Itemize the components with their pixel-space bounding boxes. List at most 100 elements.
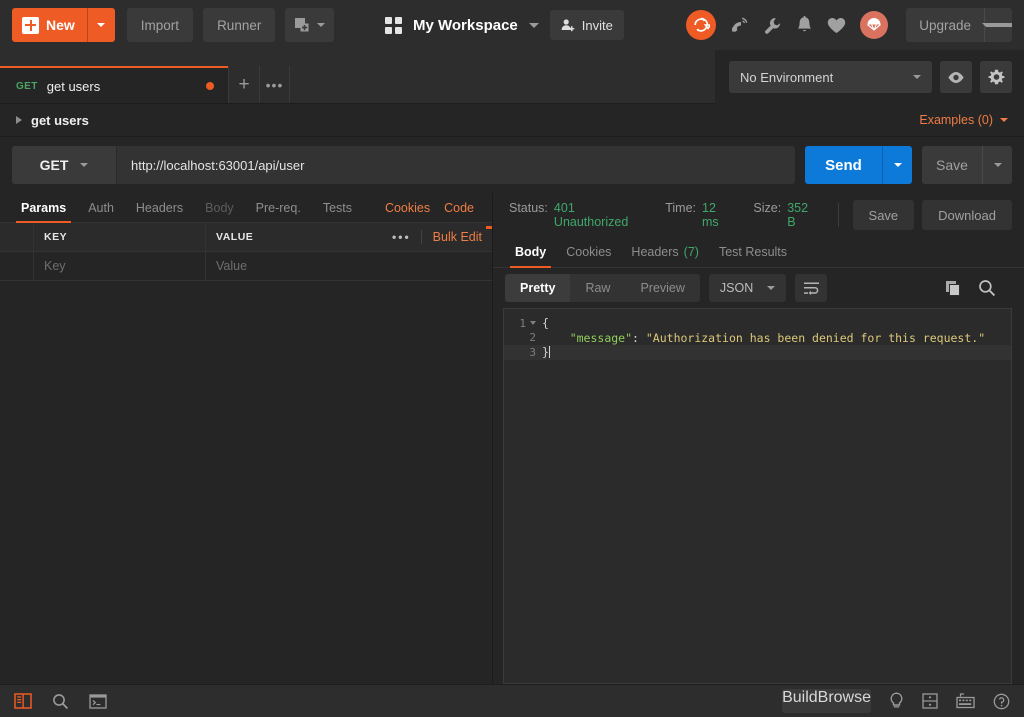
environment-select-value: No Environment: [740, 69, 834, 85]
help-button[interactable]: [993, 693, 1010, 710]
tab-body[interactable]: Body: [194, 193, 245, 223]
gutter-line[interactable]: 2: [504, 331, 542, 346]
response-tab-headers[interactable]: Headers (7): [621, 237, 709, 268]
params-row-value-input[interactable]: Value: [206, 252, 492, 280]
plus-icon: +: [238, 74, 250, 95]
heart-icon: [828, 17, 846, 33]
console-button[interactable]: [89, 693, 107, 709]
save-request-button[interactable]: Save: [922, 146, 982, 184]
gutter-line-number: 3: [529, 345, 536, 359]
http-method-select[interactable]: GET: [12, 146, 116, 184]
view-preview[interactable]: Preview: [625, 274, 699, 302]
upgrade-button[interactable]: Upgrade: [906, 8, 1012, 42]
browse-tab[interactable]: Browse: [818, 689, 871, 713]
runner-button[interactable]: Runner: [203, 8, 276, 42]
import-button[interactable]: Import: [126, 8, 194, 42]
workspace-selector[interactable]: My Workspace Invite: [385, 0, 624, 50]
url-input[interactable]: http://localhost:63001/api/user: [116, 146, 795, 184]
tab-options-button[interactable]: •••: [259, 66, 290, 104]
tab-headers[interactable]: Headers: [125, 193, 194, 223]
tab-headers-label: Headers: [135, 200, 184, 215]
favorites-button[interactable]: [827, 17, 846, 34]
sync-button[interactable]: [686, 10, 717, 40]
new-window-button[interactable]: [285, 8, 335, 42]
tab-params[interactable]: Params: [10, 193, 77, 223]
response-tab-cookies-label: Cookies: [566, 245, 612, 259]
params-row-key-input[interactable]: Key: [34, 252, 206, 280]
chevron-down-icon[interactable]: [528, 22, 539, 28]
new-button-dropdown[interactable]: [86, 8, 115, 42]
code-link[interactable]: Code: [444, 201, 474, 215]
new-button[interactable]: New: [12, 8, 115, 42]
params-row-checkbox[interactable]: [0, 252, 34, 280]
new-button-main[interactable]: New: [12, 8, 87, 42]
build-tab[interactable]: Build: [782, 689, 818, 713]
request-tab-label: get users: [46, 78, 101, 94]
sidebar-toggle-button[interactable]: [14, 693, 32, 709]
request-tab[interactable]: GET get users: [0, 66, 228, 104]
examples-label: Examples (0): [919, 113, 993, 127]
notifications-button[interactable]: [796, 16, 813, 34]
response-format-select[interactable]: JSON: [708, 274, 787, 302]
params-header-checkbox-cell: [0, 223, 34, 251]
response-tab-body[interactable]: Body: [505, 237, 556, 268]
save-request-label: Save: [936, 157, 968, 173]
view-pretty[interactable]: Pretty: [505, 274, 571, 302]
environment-settings-button[interactable]: [980, 61, 1012, 93]
response-tab-body-label: Body: [515, 245, 547, 259]
environment-quick-look-button[interactable]: [940, 61, 972, 93]
send-button[interactable]: Send: [805, 146, 882, 184]
chevron-down-icon: [80, 163, 89, 167]
response-time-value: 12 ms: [702, 201, 719, 229]
response-tab-cookies[interactable]: Cookies: [556, 237, 621, 268]
response-size: Size: 352 B: [753, 201, 815, 229]
tab-bar-row: GET get users + ••• No Environment: [0, 50, 1024, 104]
send-options-button[interactable]: [882, 146, 912, 184]
response-pane: Status: 401 Unauthorized Time: 12 ms Siz…: [493, 193, 1024, 684]
response-format-value: JSON: [719, 281, 754, 295]
editor-code[interactable]: { "message": "Authorization has been den…: [542, 309, 1011, 683]
params-header-actions: ••• Bulk Edit: [382, 230, 482, 244]
layout-button[interactable]: [922, 693, 938, 709]
tab-tests[interactable]: Tests: [312, 193, 363, 223]
environment-select[interactable]: No Environment: [729, 61, 932, 93]
satellite-antenna-button[interactable]: [730, 16, 749, 35]
cookies-link[interactable]: Cookies: [385, 201, 430, 215]
tab-auth[interactable]: Auth: [77, 193, 125, 223]
tab-prerequest[interactable]: Pre-req.: [245, 193, 312, 223]
main-split: Params Auth Headers Body Pre-req. Tests …: [0, 193, 1024, 684]
chevron-down-icon: [993, 163, 1002, 167]
response-tab-test-results[interactable]: Test Results: [709, 237, 797, 268]
wrench-button[interactable]: [763, 16, 782, 35]
table-row[interactable]: Key Value: [0, 252, 492, 281]
view-raw[interactable]: Raw: [570, 274, 625, 302]
tips-button[interactable]: [889, 692, 904, 710]
fold-arrow-icon[interactable]: [530, 321, 536, 326]
invite-button[interactable]: Invite: [549, 10, 624, 40]
avatar[interactable]: [860, 11, 889, 39]
unsaved-indicator-icon: [206, 82, 214, 90]
word-wrap-button[interactable]: [795, 274, 828, 302]
params-more-button[interactable]: •••: [382, 230, 422, 244]
person-add-icon: [561, 19, 575, 32]
chevron-right-icon[interactable]: [16, 116, 22, 124]
gutter-line[interactable]: 1: [504, 316, 542, 331]
save-options-button[interactable]: [982, 146, 1012, 184]
download-response-button[interactable]: Download: [922, 200, 1012, 230]
bulk-edit-button[interactable]: Bulk Edit: [422, 230, 482, 244]
build-browse-toggle: Build Browse: [782, 689, 871, 713]
gutter-line[interactable]: 3: [504, 345, 542, 360]
find-button[interactable]: [52, 693, 69, 710]
ellipsis-icon: •••: [265, 77, 284, 93]
copy-button[interactable]: [945, 280, 962, 297]
response-body-editor[interactable]: 1 2 3 { "message": "Authorization has be…: [503, 308, 1012, 684]
new-tab-button[interactable]: +: [228, 66, 259, 104]
shortcuts-button[interactable]: [956, 693, 975, 709]
save-response-button[interactable]: Save: [852, 200, 915, 230]
params-scroll-indicator: [486, 226, 492, 229]
upgrade-dropdown[interactable]: [981, 8, 1012, 42]
save-button-group: Save: [922, 146, 1012, 184]
examples-dropdown[interactable]: Examples (0): [919, 113, 1008, 127]
toolbar-right-icons: Upgrade: [686, 8, 1012, 42]
search-button[interactable]: [978, 279, 996, 297]
